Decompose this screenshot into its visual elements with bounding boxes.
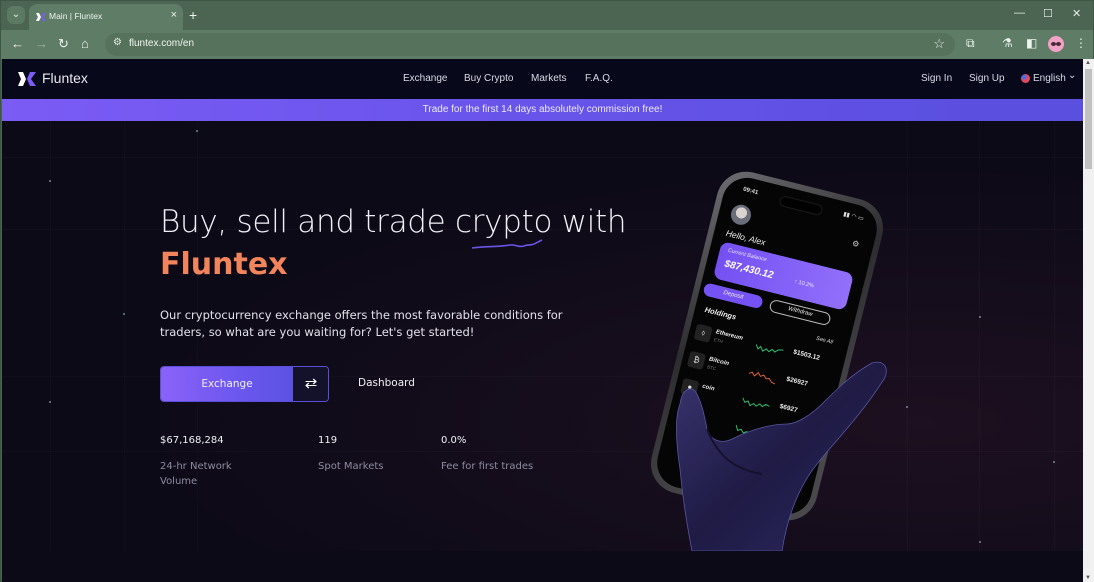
nav-exchange[interactable]: Exchange — [403, 73, 447, 84]
chevron-down-icon[interactable]: ⌄ — [1068, 70, 1076, 81]
scroll-up-arrow-icon[interactable]: ▲ — [1085, 60, 1091, 66]
background-star — [979, 541, 981, 543]
next-section — [2, 551, 1083, 582]
maximize-button[interactable]: ☐ — [1043, 7, 1053, 20]
page-scrollbar[interactable]: ▲ ▼ — [1083, 59, 1094, 582]
back-button[interactable]: ← — [11, 36, 24, 52]
site-header: Fluntex Exchange Buy Crypto Markets F.A.… — [2, 59, 1083, 99]
scroll-down-arrow-icon[interactable]: ▼ — [1085, 575, 1091, 581]
fluntex-logo-icon[interactable] — [17, 69, 37, 89]
browser-toolbar: ← → ↻ ⌂ ⚙ fluntex.com/en ☆ ⧉ ⚗ ◧ ⋮ — [1, 30, 1093, 59]
swap-arrows-icon[interactable]: ⇄ — [293, 367, 328, 401]
grid-line — [124, 121, 125, 551]
extensions-icon[interactable]: ⧉ — [966, 36, 975, 51]
page-viewport: Fluntex Exchange Buy Crypto Markets F.A.… — [2, 59, 1083, 582]
url-text[interactable]: fluntex.com/en — [129, 38, 194, 49]
stat-fee-label: Fee for first trades — [441, 461, 534, 472]
nav-buy-crypto[interactable]: Buy Crypto — [464, 73, 513, 84]
grid-line — [979, 121, 980, 551]
stat-fee-value: 0.0% — [441, 435, 467, 446]
underline-squiggle-icon — [471, 239, 543, 249]
hand-illustration — [676, 361, 887, 551]
background-star — [979, 316, 981, 318]
language-selector[interactable]: English — [1033, 73, 1066, 84]
tab-main[interactable]: Main | Fluntex × — [29, 4, 183, 30]
background-star — [123, 313, 125, 315]
fluntex-favicon-icon — [36, 13, 46, 21]
labs-flask-icon[interactable]: ⚗ — [1002, 36, 1013, 50]
browser-menu-icon[interactable]: ⋮ — [1075, 36, 1087, 50]
stat-markets-label: Spot Markets — [318, 461, 384, 472]
us-flag-icon — [1021, 74, 1030, 83]
sign-in-link[interactable]: Sign In — [921, 73, 952, 84]
grid-line — [2, 157, 1083, 158]
exchange-button-label: Exchange — [201, 378, 253, 390]
close-window-button[interactable]: ✕ — [1072, 7, 1081, 20]
forward-button[interactable]: → — [35, 36, 48, 52]
brand-name[interactable]: Fluntex — [42, 70, 88, 86]
grid-line — [50, 121, 51, 551]
home-button[interactable]: ⌂ — [81, 36, 89, 52]
new-tab-button[interactable]: + — [189, 7, 197, 23]
side-panel-icon[interactable]: ◧ — [1026, 36, 1037, 50]
dashboard-link[interactable]: Dashboard — [358, 377, 415, 389]
hero-headline: Buy, sell and trade crypto with — [160, 204, 627, 240]
nav-markets[interactable]: Markets — [531, 73, 567, 84]
browser-window: ⌄ Main | Fluntex × + — ☐ ✕ ← → ↻ ⌂ ⚙ flu… — [0, 0, 1094, 582]
background-star — [1053, 461, 1055, 463]
hero-subtext: Our cryptocurrency exchange offers the m… — [160, 308, 563, 339]
exchange-button[interactable]: Exchange ⇄ — [160, 366, 329, 402]
hero-brand-name: Fluntex — [160, 247, 288, 282]
sign-up-link[interactable]: Sign Up — [969, 73, 1005, 84]
profile-avatar[interactable] — [1048, 36, 1064, 52]
background-star — [196, 130, 198, 132]
phone-mockup-illustration: 09:41 ▮▮ ◠ ▭ ⚙ Hello, Alex Current Balan… — [622, 165, 922, 551]
site-info-icon[interactable]: ⚙ — [113, 37, 122, 48]
background-star — [49, 180, 51, 182]
tab-search-button[interactable]: ⌄ — [7, 6, 25, 24]
tab-close-icon[interactable]: × — [171, 9, 177, 21]
address-bar[interactable]: ⚙ fluntex.com/en ☆ — [105, 33, 955, 56]
scrollbar-thumb[interactable] — [1085, 69, 1092, 169]
tab-strip: ⌄ Main | Fluntex × + — ☐ ✕ — [1, 1, 1093, 30]
stat-markets-value: 119 — [318, 435, 338, 446]
tab-title: Main | Fluntex — [49, 11, 103, 21]
minimize-button[interactable]: — — [1014, 7, 1025, 19]
promo-text: Trade for the first 14 days absolutely c… — [422, 104, 663, 115]
background-star — [49, 401, 51, 403]
nav-faq[interactable]: F.A.Q. — [585, 73, 613, 84]
reload-button[interactable]: ↻ — [58, 36, 69, 52]
grid-line — [1054, 121, 1055, 551]
stat-volume-label: 24-hr Network Volume — [160, 461, 232, 487]
stat-volume-value: $67,168,284 — [160, 435, 224, 446]
promo-banner: Trade for the first 14 days absolutely c… — [2, 99, 1083, 121]
bookmark-star-icon[interactable]: ☆ — [933, 36, 945, 52]
